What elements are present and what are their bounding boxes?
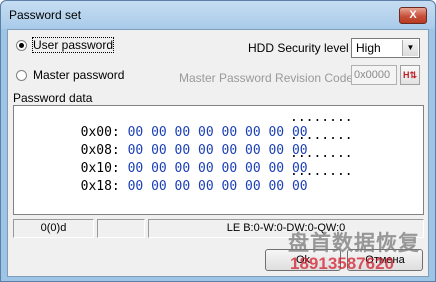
- master-password-revision-label: Master Password Revision Code: [179, 71, 354, 85]
- ok-button[interactable]: Ok: [265, 249, 341, 271]
- close-icon: X: [409, 9, 417, 21]
- revision-code-field[interactable]: 0x0000: [351, 65, 397, 85]
- close-button[interactable]: X: [399, 7, 427, 24]
- chevron-down-icon[interactable]: ▼: [402, 40, 418, 56]
- hex-row-address: 0x18:: [80, 179, 120, 194]
- password-set-dialog: Password set X User password Master pass…: [0, 0, 436, 282]
- password-data-label: Password data: [13, 91, 93, 105]
- hex-row[interactable]: 0x08: 00 00 00 00 00 00 00 00........: [18, 128, 353, 158]
- hex-row-ascii[interactable]: ........: [290, 110, 353, 125]
- hex-toggle-button[interactable]: H⇅: [400, 65, 420, 85]
- hex-row[interactable]: 0x10: 00 00 00 00 00 00 00 00........: [18, 146, 353, 176]
- hex-row[interactable]: 0x18: 00 00 00 00 00 00 00 00........: [18, 164, 353, 194]
- password-hex-editor[interactable]: 0x00: 00 00 00 00 00 00 00 00........ 0x…: [13, 105, 424, 215]
- security-level-value: High: [356, 41, 381, 55]
- master-password-radio[interactable]: Master password: [16, 67, 124, 83]
- dialog-body: User password Master password HDD Securi…: [7, 29, 429, 277]
- hex-toggle-icon: H⇅: [402, 70, 418, 80]
- user-password-radio[interactable]: User password: [16, 37, 115, 53]
- hex-row-bytes[interactable]: 00 00 00 00 00 00 00 00: [128, 179, 308, 194]
- hex-row-ascii[interactable]: ........: [290, 128, 353, 143]
- window-title: Password set: [9, 8, 82, 22]
- hex-row-ascii[interactable]: ........: [290, 146, 353, 161]
- status-empty: [97, 219, 145, 238]
- cancel-button[interactable]: Отмена: [347, 249, 423, 271]
- title-bar[interactable]: Password set X: [1, 1, 435, 29]
- status-endian: LE B:0-W:0-DW:0-QW:0: [148, 219, 424, 238]
- hex-row[interactable]: 0x00: 00 00 00 00 00 00 00 00........: [18, 110, 353, 140]
- user-password-label: User password: [31, 37, 115, 53]
- hex-row-ascii[interactable]: ........: [290, 164, 353, 179]
- status-offset: 0(0)d: [13, 219, 94, 238]
- hdd-security-level-label: HDD Security level: [248, 41, 349, 55]
- master-password-label: Master password: [33, 68, 125, 82]
- hdd-security-level-select[interactable]: High ▼: [351, 38, 420, 58]
- status-bar: 0(0)d LE B:0-W:0-DW:0-QW:0: [13, 219, 424, 238]
- radio-unchecked-icon[interactable]: [16, 69, 27, 81]
- radio-checked-icon[interactable]: [16, 39, 27, 51]
